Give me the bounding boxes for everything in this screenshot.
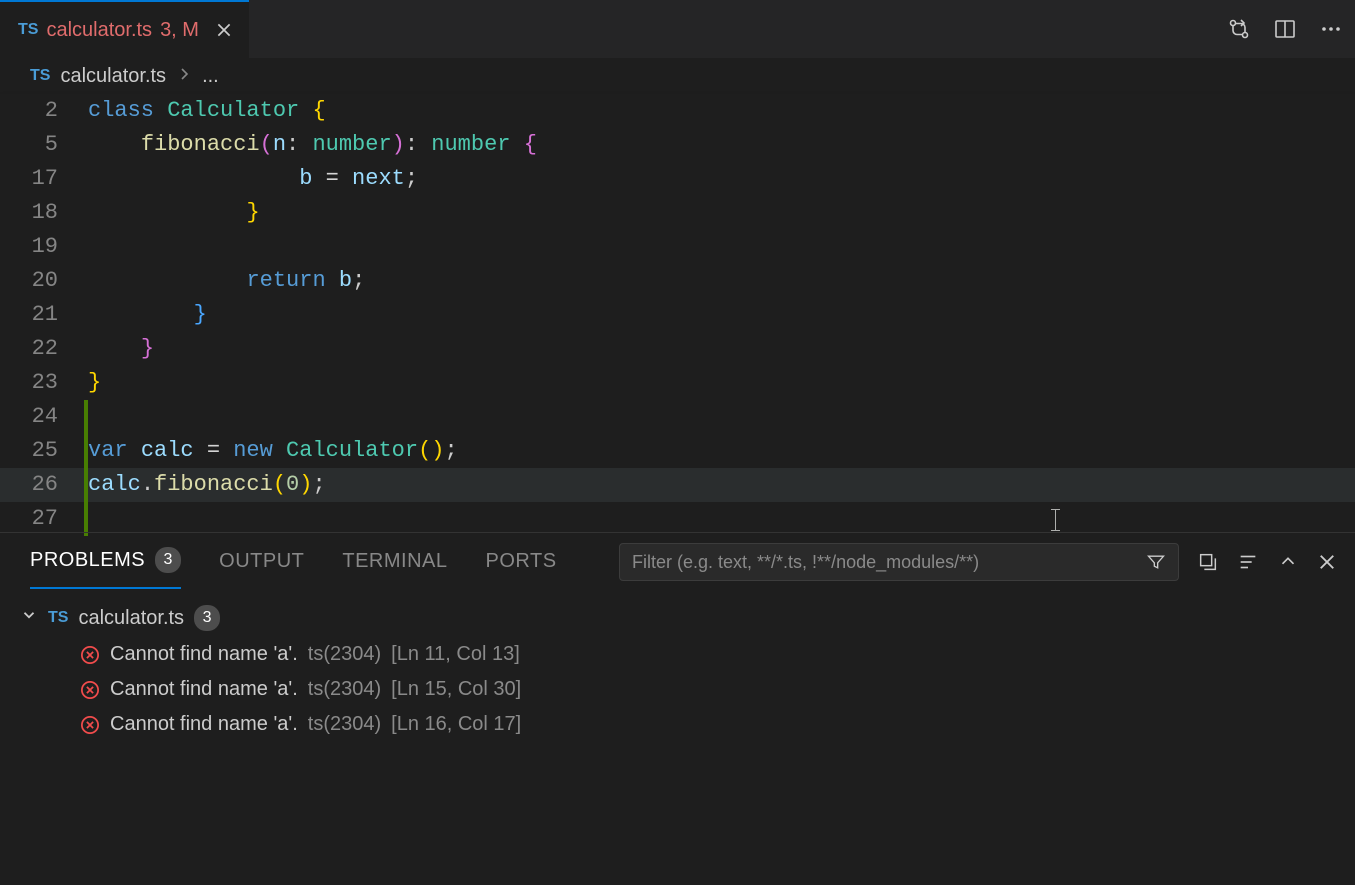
- chevron-down-icon: [20, 606, 38, 630]
- code-line[interactable]: 2 class Calculator {: [0, 94, 1355, 128]
- problem-location: [Ln 15, Col 30]: [391, 678, 521, 701]
- collapse-all-icon[interactable]: [1197, 551, 1219, 573]
- more-actions-icon[interactable]: [1319, 17, 1343, 41]
- breadcrumb-filename: calculator.ts: [60, 65, 166, 88]
- code-line[interactable]: 20 return b;: [0, 264, 1355, 298]
- problem-item[interactable]: Cannot find name 'a'. ts(2304) [Ln 16, C…: [20, 707, 1335, 742]
- problems-file-count: 3: [194, 605, 220, 631]
- code-content: [88, 400, 1355, 434]
- code-line[interactable]: 5 fibonacci(n: number): number {: [0, 128, 1355, 162]
- line-number: 2: [0, 94, 88, 128]
- tab-terminal[interactable]: TERMINAL: [342, 533, 447, 589]
- code-content: }: [88, 298, 1355, 332]
- code-line[interactable]: 21 }: [0, 298, 1355, 332]
- code-content: var calc = new Calculator();: [88, 434, 1355, 468]
- code-line[interactable]: 24: [0, 400, 1355, 434]
- maximize-panel-icon[interactable]: [1277, 551, 1299, 573]
- code-content: calc.fibonacci(0);: [88, 468, 1355, 502]
- line-number: 5: [0, 128, 88, 162]
- problems-file-row[interactable]: TS calculator.ts 3: [20, 599, 1335, 637]
- tab-problems-label: PROBLEMS: [30, 549, 145, 572]
- code-content: [88, 502, 1355, 536]
- code-content: fibonacci(n: number): number {: [88, 128, 1355, 162]
- problem-message: Cannot find name 'a'.: [110, 643, 298, 666]
- tab-filename: calculator.ts: [46, 19, 152, 42]
- code-line[interactable]: 27: [0, 502, 1355, 536]
- code-content: [88, 230, 1355, 264]
- panel-actions: [619, 543, 1337, 581]
- text-cursor-icon: [1055, 509, 1056, 531]
- tab-bar: TS calculator.ts 3, M: [0, 0, 1355, 58]
- compare-changes-icon[interactable]: [1227, 17, 1251, 41]
- tab-status: 3, M: [160, 19, 199, 42]
- code-content: class Calculator {: [88, 94, 1355, 128]
- code-content: }: [88, 196, 1355, 230]
- line-number: 25: [0, 434, 88, 468]
- ts-icon: TS: [48, 609, 68, 627]
- code-content: }: [88, 366, 1355, 400]
- bottom-panel: PROBLEMS 3 OUTPUT TERMINAL PORTS: [0, 532, 1355, 752]
- code-line[interactable]: 17 b = next;: [0, 162, 1355, 196]
- error-icon: [80, 645, 100, 665]
- line-number: 23: [0, 366, 88, 400]
- line-number: 19: [0, 230, 88, 264]
- editor-body[interactable]: 17 b = next; 18 } 19 20 return b; 21 } 2…: [0, 162, 1355, 532]
- problem-code: ts(2304): [308, 643, 381, 666]
- line-number: 17: [0, 162, 88, 196]
- close-panel-icon[interactable]: [1317, 552, 1337, 572]
- code-line[interactable]: 18 }: [0, 196, 1355, 230]
- close-tab-icon[interactable]: [215, 20, 235, 40]
- breadcrumb[interactable]: TS calculator.ts ...: [0, 58, 1355, 94]
- problem-item[interactable]: Cannot find name 'a'. ts(2304) [Ln 11, C…: [20, 637, 1335, 672]
- filter-input[interactable]: [632, 552, 1146, 573]
- code-line[interactable]: 19: [0, 230, 1355, 264]
- problem-message: Cannot find name 'a'.: [110, 713, 298, 736]
- line-number: 27: [0, 502, 88, 536]
- problems-count-badge: 3: [155, 547, 181, 573]
- view-as-tree-icon[interactable]: [1237, 551, 1259, 573]
- problem-location: [Ln 11, Col 13]: [391, 643, 520, 666]
- chevron-right-icon: [176, 65, 192, 88]
- problem-location: [Ln 16, Col 17]: [391, 713, 521, 736]
- code-line[interactable]: 23 }: [0, 366, 1355, 400]
- code-content: b = next;: [88, 162, 1355, 196]
- problem-item[interactable]: Cannot find name 'a'. ts(2304) [Ln 15, C…: [20, 672, 1335, 707]
- problem-message: Cannot find name 'a'.: [110, 678, 298, 701]
- problems-filter[interactable]: [619, 543, 1179, 581]
- code-line[interactable]: 22 }: [0, 332, 1355, 366]
- code-content: }: [88, 332, 1355, 366]
- error-icon: [80, 680, 100, 700]
- line-number: 26: [0, 468, 88, 502]
- tab-output[interactable]: OUTPUT: [219, 533, 304, 589]
- problem-code: ts(2304): [308, 713, 381, 736]
- filter-icon[interactable]: [1146, 552, 1166, 572]
- line-number: 22: [0, 332, 88, 366]
- tab-ports[interactable]: PORTS: [486, 533, 557, 589]
- line-number: 21: [0, 298, 88, 332]
- ts-icon: TS: [30, 67, 50, 85]
- line-number: 24: [0, 400, 88, 434]
- problems-list: TS calculator.ts 3 Cannot find name 'a'.…: [0, 589, 1355, 752]
- line-number: 18: [0, 196, 88, 230]
- problems-file-name: calculator.ts: [78, 607, 184, 630]
- tab-problems[interactable]: PROBLEMS 3: [30, 533, 181, 589]
- breadcrumb-more[interactable]: ...: [202, 65, 219, 88]
- panel-tabs: PROBLEMS 3 OUTPUT TERMINAL PORTS: [0, 533, 1355, 589]
- code-content: return b;: [88, 264, 1355, 298]
- error-icon: [80, 715, 100, 735]
- code-line[interactable]: 25 var calc = new Calculator();: [0, 434, 1355, 468]
- sticky-scroll[interactable]: 2 class Calculator { 5 fibonacci(n: numb…: [0, 94, 1355, 162]
- ts-icon: TS: [18, 21, 38, 39]
- editor-actions: [1227, 17, 1343, 41]
- code-line[interactable]: 26 calc.fibonacci(0);: [0, 468, 1355, 502]
- problem-code: ts(2304): [308, 678, 381, 701]
- line-number: 20: [0, 264, 88, 298]
- editor-tab[interactable]: TS calculator.ts 3, M: [0, 0, 249, 58]
- split-editor-icon[interactable]: [1273, 17, 1297, 41]
